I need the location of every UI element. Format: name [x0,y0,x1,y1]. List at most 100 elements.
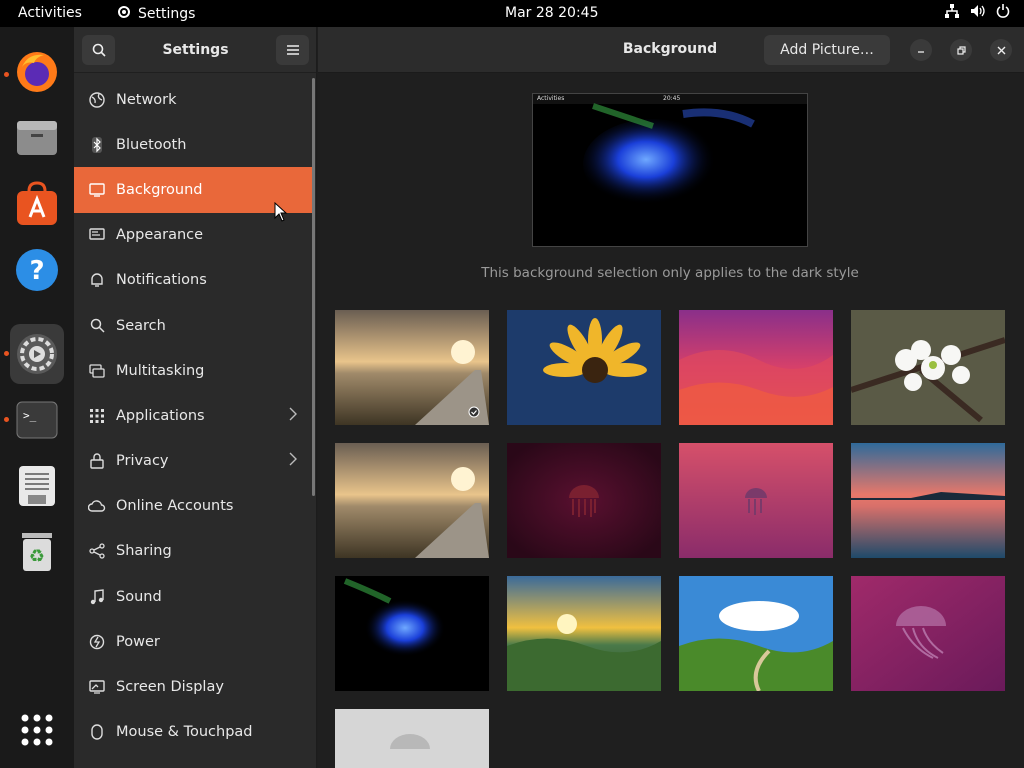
wallpaper-purple-jellyfish[interactable] [851,576,1005,691]
wallpaper-grey-jellyfish[interactable] [335,709,489,768]
sidebar-item-label: Online Accounts [116,498,234,515]
sidebar-item-sound[interactable]: Sound [74,574,315,619]
help-icon[interactable]: ? [10,243,64,297]
app-center-icon[interactable] [10,177,64,231]
header-bar: Background Add Picture… [318,27,1024,73]
files-icon[interactable] [10,111,64,165]
sidebar-item-label: Notifications [116,272,207,289]
sidebar-item-sharing[interactable]: Sharing [74,529,315,574]
wallpaper-pink-jellyfish[interactable] [679,443,833,558]
chevron-right-icon [289,452,297,470]
svg-text:♻: ♻ [29,546,45,567]
sidebar-list: Network Bluetooth Background Appearance … [74,77,315,755]
restore-icon [956,45,966,55]
top-bar: Activities Settings Mar 28 20:45 [0,0,1024,27]
minimize-button[interactable] [910,39,932,61]
system-tray[interactable] [944,4,1010,22]
add-picture-button[interactable]: Add Picture… [764,35,890,65]
multitasking-icon [88,362,106,380]
hamburger-icon [286,45,299,55]
gear-icon [116,4,132,24]
sidebar-item-label: Network [116,91,177,108]
text-editor-icon[interactable] [10,459,64,513]
selected-check-icon [468,403,480,422]
firefox-icon[interactable] [10,45,64,99]
mouse-cursor-icon [274,201,288,226]
wallpaper-valley-sunrise[interactable] [507,576,661,691]
bell-icon [88,271,106,289]
main-menu-button[interactable] [276,35,309,65]
trash-icon[interactable]: ♻ [10,525,64,579]
wallpaper-dark-jellyfish[interactable] [507,443,661,558]
sidebar-item-multitasking[interactable]: Multitasking [74,348,315,393]
sidebar-item-applications[interactable]: Applications [74,393,315,438]
sidebar-scrollbar[interactable] [312,78,315,496]
running-indicator [4,72,9,77]
sidebar-item-bluetooth[interactable]: Bluetooth [74,122,315,167]
running-indicator [4,417,9,422]
sidebar-item-label: Screen Display [116,679,224,696]
settings-icon[interactable] [10,324,64,384]
bluetooth-icon [88,136,106,154]
svg-text:>_: >_ [23,409,37,422]
activities-button[interactable]: Activities [18,5,82,21]
sidebar-item-notifications[interactable]: Notifications [74,258,315,303]
power-icon [996,4,1010,22]
close-button[interactable] [990,39,1012,61]
music-icon [88,588,106,606]
monitor-icon [88,678,106,696]
svg-text:?: ? [29,256,44,286]
lock-icon [88,452,106,470]
sidebar-item-label: Multitasking [116,362,205,379]
sidebar-item-search[interactable]: Search [74,303,315,348]
appearance-icon [88,226,106,244]
sidebar-item-screen-display[interactable]: Screen Display [74,664,315,709]
sidebar-item-label: Privacy [116,453,169,470]
display-icon [88,181,106,199]
globe-icon [88,91,106,109]
clock[interactable]: Mar 28 20:45 [505,5,598,21]
sidebar-item-privacy[interactable]: Privacy [74,439,315,484]
sidebar-item-label: Bluetooth [116,136,187,153]
sidebar-item-label: Background [116,181,203,198]
mouse-icon [88,723,106,741]
search-icon [88,317,106,335]
preview-activities: Activities [537,95,565,102]
wallpaper-green-hills[interactable] [679,576,833,691]
sidebar-item-online-accounts[interactable]: Online Accounts [74,484,315,529]
sidebar-item-network[interactable]: Network [74,77,315,122]
sidebar-item-label: Sound [116,588,162,605]
network-icon [944,4,960,22]
wallpaper-yellow-flower[interactable] [507,310,661,425]
volume-icon [970,4,986,22]
apps-grid-icon [88,407,106,425]
preview-clock: 20:45 [663,95,681,102]
wallpaper-boardwalk-sunset[interactable] [335,310,489,425]
terminal-icon[interactable]: >_ [10,393,64,447]
power-icon [88,633,106,651]
sidebar-item-label: Applications [116,407,205,424]
sidebar-item-power[interactable]: Power [74,619,315,664]
background-panel: Background Add Picture… Activities 20:45… [318,27,1024,768]
sidebar-item-label: Search [116,317,166,334]
wallpaper-cherry-blossoms[interactable] [851,310,1005,425]
cloud-icon [88,497,106,515]
dock: ? >_ ♻ [0,27,74,768]
sidebar-item-mouse-touchpad[interactable]: Mouse & Touchpad [74,710,315,755]
sidebar-item-label: Mouse & Touchpad [116,724,253,741]
wallpaper-orange-waves[interactable] [679,310,833,425]
maximize-button[interactable] [950,39,972,61]
wallpaper-boardwalk-sunset-2[interactable] [335,443,489,558]
sidebar-item-label: Appearance [116,227,204,244]
wallpaper-blue-jellyfish[interactable] [335,576,489,691]
wallpaper-lake-sunset[interactable] [851,443,1005,558]
sidebar-item-label: Power [116,633,160,650]
settings-sidebar: Settings Network Bluetooth Background Ap… [74,27,317,768]
minimize-icon [918,51,924,53]
show-apps-grid-icon[interactable] [10,703,64,757]
background-preview: Activities 20:45 [532,93,808,247]
app-menu[interactable]: Settings [116,4,195,24]
app-menu-label: Settings [138,6,196,22]
sidebar-header: Settings [74,27,316,73]
sidebar-item-label: Sharing [116,543,172,560]
